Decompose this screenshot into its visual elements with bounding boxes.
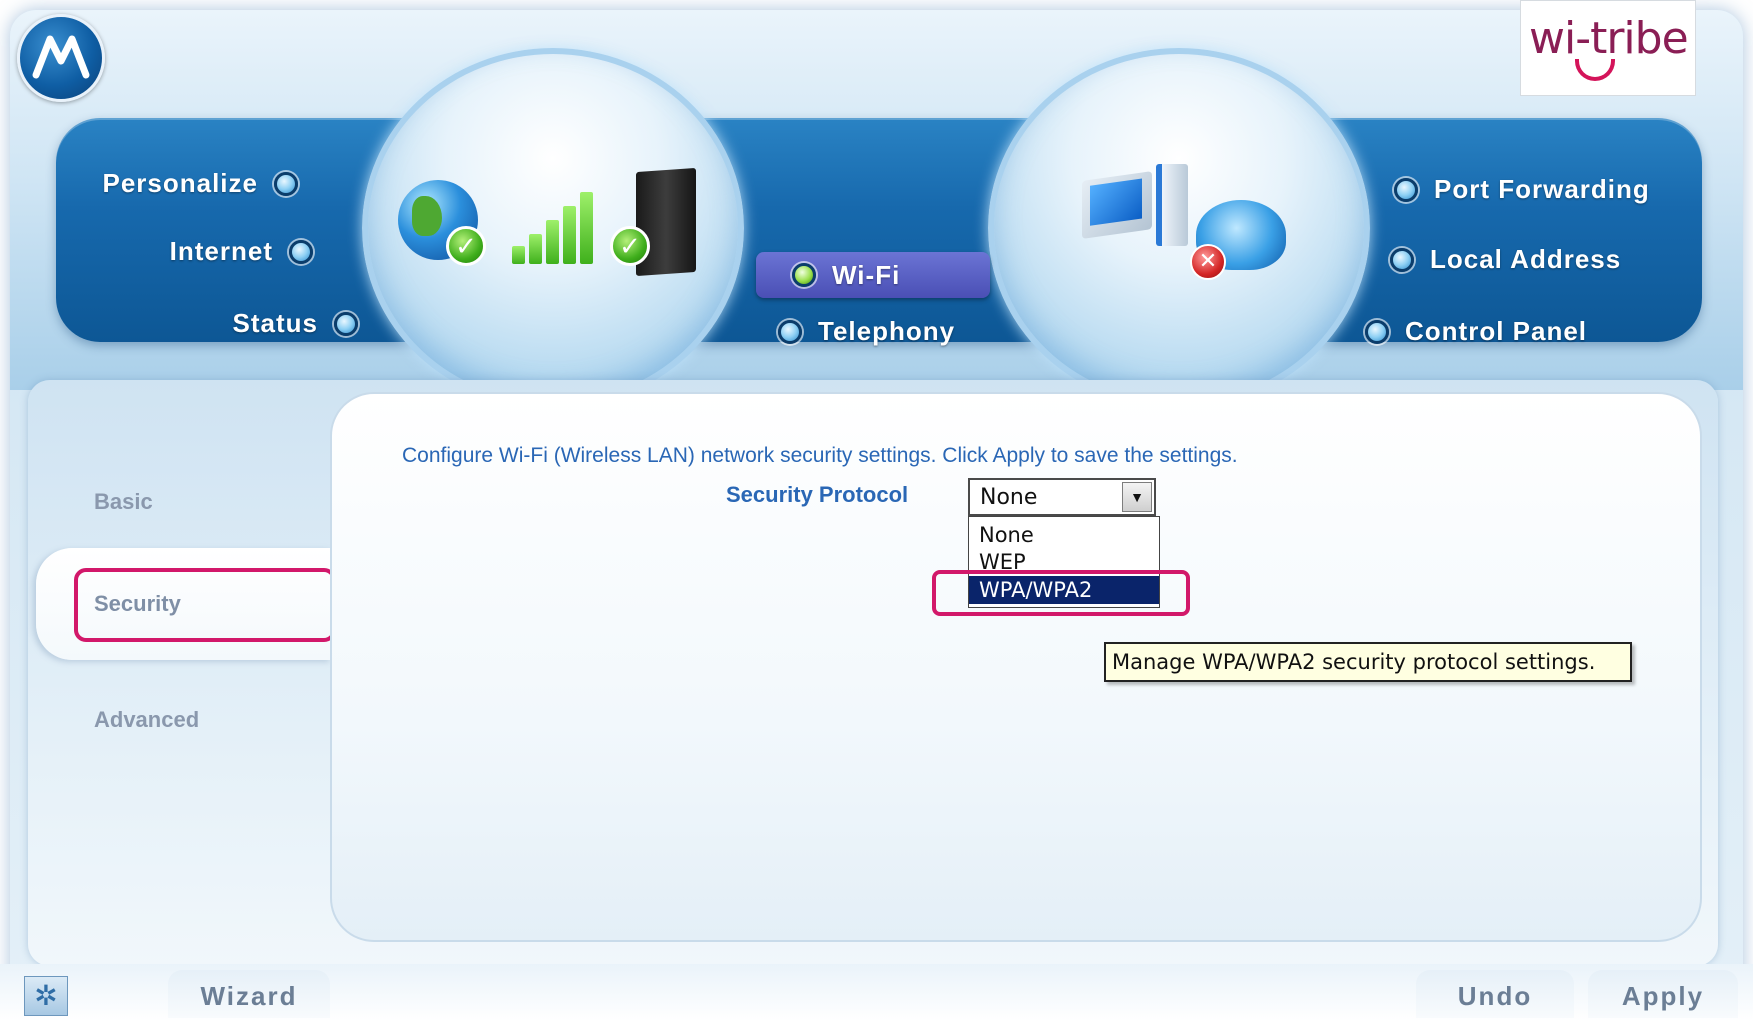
nav-dot-icon bbox=[778, 319, 802, 344]
nav-control-panel[interactable]: Control Panel bbox=[1365, 316, 1587, 347]
check-icon: ✓ bbox=[446, 226, 486, 266]
computer-icon bbox=[1082, 171, 1152, 239]
nav-local-address[interactable]: Local Address bbox=[1390, 244, 1621, 275]
error-x-icon: ✕ bbox=[1190, 244, 1226, 280]
sidebar: Basic Security Advanced bbox=[36, 384, 332, 964]
nav-dot-icon bbox=[1390, 247, 1414, 272]
check-icon: ✓ bbox=[610, 226, 650, 266]
nav-control-panel-label: Control Panel bbox=[1405, 316, 1588, 346]
option-none[interactable]: None bbox=[969, 521, 1159, 549]
sidebar-item-basic[interactable]: Basic bbox=[36, 472, 316, 532]
nav-personalize-label: Personalize bbox=[102, 168, 258, 198]
nav-telephony[interactable]: Telephony bbox=[778, 316, 955, 347]
brand-logo-text: wi-tribe bbox=[1529, 13, 1689, 64]
nav-dot-icon bbox=[1394, 177, 1418, 202]
motorola-logo-icon bbox=[17, 14, 105, 102]
apply-button[interactable]: Apply bbox=[1588, 970, 1738, 1018]
signal-bars-icon bbox=[512, 192, 596, 264]
security-protocol-value: None bbox=[980, 485, 1038, 510]
nav-local-address-label: Local Address bbox=[1430, 244, 1622, 274]
option-wpa-wpa2[interactable]: WPA/WPA2 bbox=[969, 576, 1159, 604]
nav-port-forwarding[interactable]: Port Forwarding bbox=[1394, 174, 1650, 205]
nav-wifi[interactable]: Wi-Fi bbox=[756, 252, 990, 298]
nav-internet[interactable]: Internet bbox=[170, 236, 313, 267]
nav-telephony-label: Telephony bbox=[818, 316, 956, 346]
sidebar-item-security[interactable]: Security bbox=[36, 548, 332, 660]
nav-dot-icon bbox=[289, 239, 313, 264]
brand-smile-icon bbox=[1575, 59, 1615, 81]
computer-tower-icon bbox=[1156, 164, 1188, 246]
nav-dot-icon bbox=[274, 171, 298, 196]
nav-internet-label: Internet bbox=[169, 236, 273, 266]
undo-button[interactable]: Undo bbox=[1416, 970, 1574, 1018]
chevron-down-icon[interactable]: ▼ bbox=[1122, 482, 1152, 512]
nav-port-forwarding-label: Port Forwarding bbox=[1434, 174, 1650, 204]
gear-icon[interactable]: ✲ bbox=[24, 976, 68, 1016]
nav-dot-icon bbox=[334, 311, 358, 336]
page-description: Configure Wi-Fi (Wireless LAN) network s… bbox=[402, 444, 1238, 467]
security-protocol-label: Security Protocol bbox=[726, 482, 909, 507]
wi-tribe-logo: wi-tribe bbox=[1520, 0, 1696, 96]
nav-dot-active-icon bbox=[792, 263, 816, 287]
nav-status-label: Status bbox=[232, 308, 318, 338]
security-protocol-dropdown: None WEP WPA/WPA2 bbox=[968, 516, 1160, 608]
sidebar-item-advanced[interactable]: Advanced bbox=[36, 690, 316, 750]
wizard-button[interactable]: Wizard bbox=[168, 970, 330, 1018]
option-wep[interactable]: WEP bbox=[969, 548, 1159, 576]
security-protocol-select[interactable]: None ▼ bbox=[968, 478, 1156, 516]
nav-dot-icon bbox=[1365, 319, 1389, 344]
nav-personalize[interactable]: Personalize bbox=[102, 168, 298, 199]
nav-wifi-label: Wi-Fi bbox=[832, 259, 901, 290]
modem-icon bbox=[636, 167, 696, 277]
tooltip: Manage WPA/WPA2 security protocol settin… bbox=[1104, 642, 1632, 682]
nav-status[interactable]: Status bbox=[233, 308, 358, 339]
